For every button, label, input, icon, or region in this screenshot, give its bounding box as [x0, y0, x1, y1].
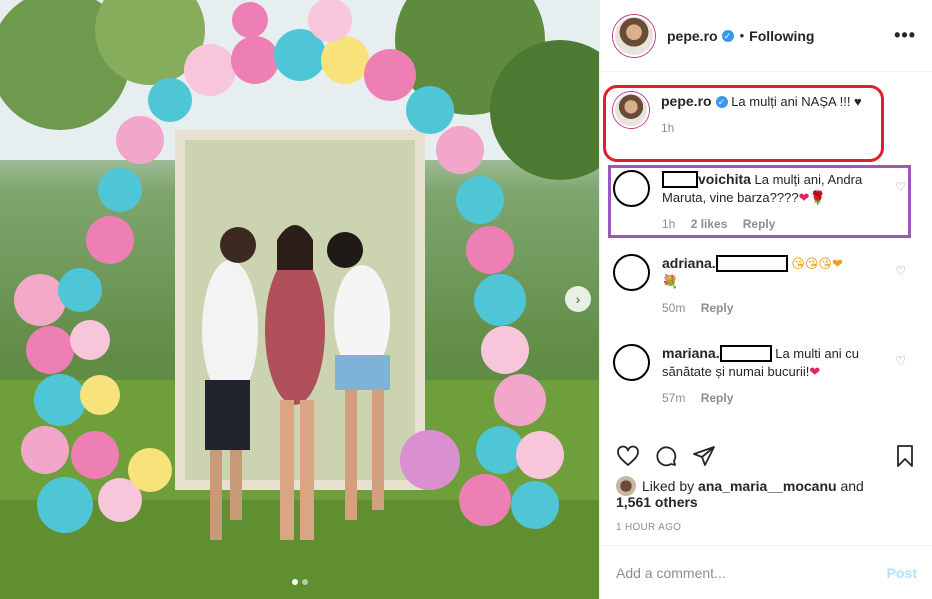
verified-badge-icon: ✓ [721, 29, 734, 42]
post-timestamp[interactable]: 1 HOUR AGO [616, 522, 681, 533]
post-comment-button[interactable]: Post [887, 565, 917, 581]
liker-username[interactable]: ana_maria__mocanu [698, 478, 837, 494]
redacted-avatar[interactable] [613, 254, 650, 291]
comment-bubble-icon[interactable] [654, 444, 678, 468]
add-comment-input[interactable]: Add a comment... [616, 565, 887, 581]
like-comment-heart-icon[interactable]: ♡ [895, 180, 906, 194]
comment-item: adriana. 😘😘😘❤ 💐 50m Reply ♡ [600, 254, 932, 334]
comment-highlight-box [608, 165, 911, 238]
liked-by-and: and [840, 478, 864, 494]
liked-by-prefix: Liked by [642, 478, 695, 494]
comment-time: 57m [662, 391, 686, 405]
caption-highlight-box [603, 85, 884, 162]
balloon-arch-illustration [0, 0, 599, 599]
comment-emoji: ❤ [809, 364, 821, 379]
redacted-name-box [715, 255, 788, 272]
likes-others-count[interactable]: 1,561 others [616, 494, 698, 510]
save-bookmark-icon[interactable] [893, 444, 917, 468]
comment-meta: 50m Reply [662, 299, 895, 317]
following-button[interactable]: Following [749, 28, 814, 44]
author-avatar[interactable] [613, 14, 655, 57]
carousel-dot-active [291, 579, 298, 585]
liker-avatar[interactable] [616, 476, 636, 496]
redacted-avatar[interactable] [613, 344, 650, 381]
comment-username[interactable]: adriana. [662, 255, 716, 271]
reply-button[interactable]: Reply [701, 301, 734, 315]
post-side-panel: pepe.ro ✓ • Following ••• pepe.ro ✓ La mu… [599, 0, 932, 599]
like-comment-heart-icon[interactable]: ♡ [895, 354, 906, 368]
comment-time: 50m [662, 301, 686, 315]
comments-list[interactable]: pepe.ro ✓ La mulți ani NAȘA !!! ♥ 1h voic… [600, 72, 932, 438]
comment-emoji: 😘😘😘❤ [791, 256, 843, 271]
comment-username[interactable]: mariana. [662, 345, 720, 361]
liked-by: Liked by ana_maria__mocanu and [616, 476, 864, 496]
like-heart-icon[interactable] [616, 444, 640, 468]
author-username[interactable]: pepe.ro [667, 28, 718, 44]
next-slide-arrow-icon[interactable]: › [565, 286, 591, 312]
header-separator: • [739, 28, 745, 43]
like-comment-heart-icon[interactable]: ♡ [895, 264, 906, 278]
comment-item: mariana. La multi ani cu sănătate și num… [600, 344, 932, 414]
caption: pepe.ro ✓ La mulți ani NAȘA !!! ♥ 1h [600, 80, 932, 162]
comment-emoji-2: 💐 [662, 274, 679, 289]
more-options-icon[interactable]: ••• [894, 25, 916, 46]
comment-body: adriana. 😘😘😘❤ 💐 50m Reply [662, 254, 919, 334]
post-photo[interactable]: › [0, 0, 599, 599]
action-bar [600, 438, 932, 474]
carousel-dot [301, 579, 308, 585]
share-paper-plane-icon[interactable] [692, 444, 716, 468]
comment-meta: 57m Reply [662, 389, 895, 407]
add-comment-bar: Add a comment... Post [600, 545, 932, 599]
comment-item: voichita La mulți ani, Andra Maruta, vin… [600, 165, 932, 240]
comment-body: mariana. La multi ani cu sănătate și num… [662, 344, 919, 414]
reply-button[interactable]: Reply [701, 391, 734, 405]
carousel-dots [0, 579, 599, 585]
post-header: pepe.ro ✓ • Following ••• [600, 0, 932, 72]
redacted-name-box [719, 345, 772, 362]
